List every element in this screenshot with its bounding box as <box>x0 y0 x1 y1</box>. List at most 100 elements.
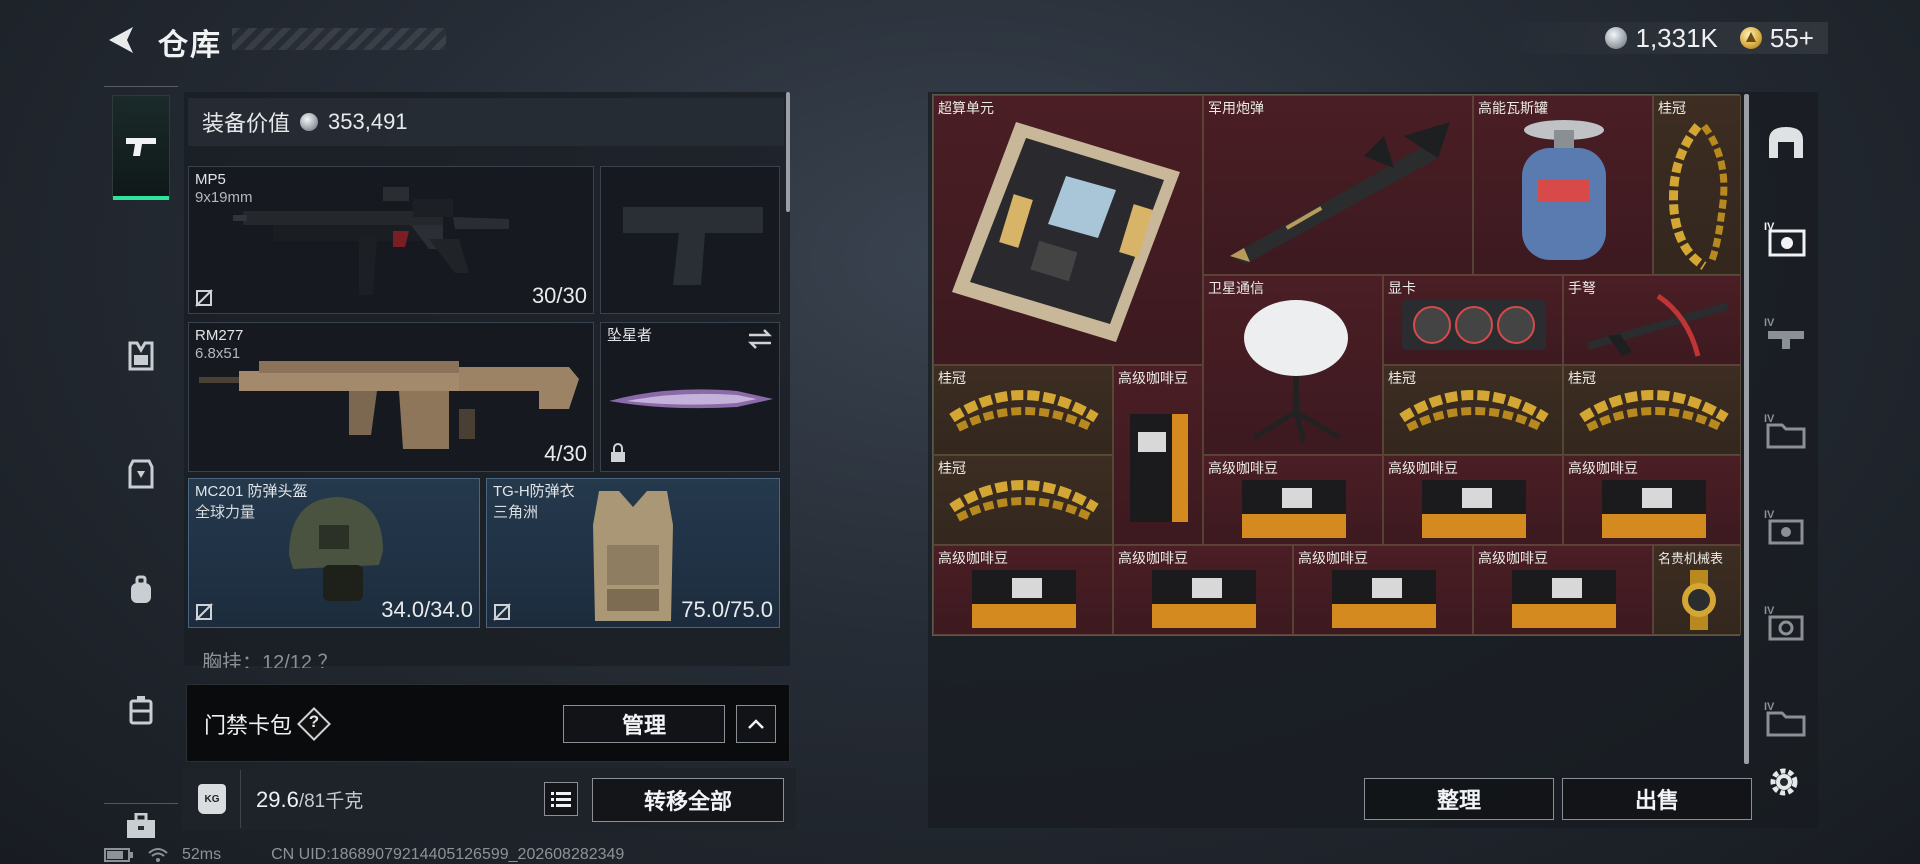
user-id: CN UID:18689079214405126599_202608282349 <box>271 846 625 863</box>
filter-all[interactable] <box>1760 116 1812 168</box>
filter-tier4-box[interactable]: IV <box>1760 692 1812 744</box>
coffee-beans-box-image <box>1602 480 1706 538</box>
melee-name: 坠星者 <box>607 327 653 344</box>
stash-scrollbar[interactable] <box>1744 94 1749 764</box>
stash-item[interactable]: 名贵机械表 <box>1653 545 1741 635</box>
melee-slot[interactable]: 坠星者 <box>600 322 780 472</box>
collapse-button[interactable] <box>736 705 776 743</box>
no-insure-icon <box>493 603 511 621</box>
stash-item[interactable]: 军用炮弹 <box>1203 95 1473 275</box>
item-label: 军用炮弹 <box>1208 100 1264 116</box>
filter-tier4-vest[interactable]: IV <box>1760 500 1812 552</box>
helmet-image <box>289 497 383 601</box>
stash-item[interactable]: 超算单元 <box>933 95 1203 365</box>
item-label: 桂冠 <box>1658 100 1686 116</box>
tier-iv-case-icon: IV <box>1764 221 1806 257</box>
silver-amount: 1,331K <box>1635 22 1718 53</box>
stash-item[interactable]: 高级咖啡豆 <box>1473 545 1653 635</box>
stash-item[interactable]: 高能瓦斯罐 <box>1473 95 1653 275</box>
nav-armor[interactable] <box>112 445 170 503</box>
laurel-crown-image <box>1579 390 1729 432</box>
coffee-beans-box-image <box>1332 570 1436 628</box>
stash-item[interactable]: 桂冠 <box>933 455 1113 545</box>
back-arrow-icon <box>109 27 133 53</box>
filter-tier4-tool[interactable]: IV <box>1760 596 1812 648</box>
coffee-beans-box-image <box>1422 480 1526 538</box>
stash-item[interactable]: 手弩 <box>1563 275 1741 365</box>
transfer-all-button[interactable]: 转移全部 <box>592 778 784 822</box>
stash-item[interactable]: 桂冠 <box>933 365 1113 455</box>
item-label: 名贵机械表 <box>1658 551 1724 566</box>
lock-icon <box>611 443 625 462</box>
helmet-maker: 全球力量 <box>195 504 256 521</box>
title-decoration <box>232 28 446 50</box>
armor-name: TG-H防弹衣 <box>493 483 575 500</box>
svg-text:IV: IV <box>1764 605 1775 617</box>
filter-tier4-case[interactable]: IV <box>1760 212 1812 264</box>
laurel-crown-image <box>949 390 1099 432</box>
nav-backpack[interactable] <box>112 561 170 619</box>
stash-filter-strip: IV IV IV IV IV IV <box>1754 94 1816 737</box>
coffee-beans-box-image <box>1152 570 1256 628</box>
list-view-button[interactable] <box>544 782 578 816</box>
stash-item[interactable]: 高级咖啡豆 <box>1563 455 1741 545</box>
stash-item[interactable]: 卫星通信 <box>1203 275 1383 455</box>
stash-item[interactable]: 高级咖啡豆 <box>1293 545 1473 635</box>
arch-icon <box>1769 127 1803 158</box>
nav-case[interactable] <box>112 681 170 739</box>
stash-item[interactable]: 桂冠 <box>1653 95 1741 275</box>
equipment-scrollbar[interactable] <box>786 92 790 212</box>
supercomputer-unit-image <box>952 122 1180 342</box>
filter-tier4-folder[interactable]: IV <box>1760 404 1812 456</box>
stash-item[interactable]: 高级咖啡豆 <box>933 545 1113 635</box>
primary-weapon-slot[interactable]: MP5 9x19mm 30/30 <box>188 166 594 314</box>
knife-image <box>609 389 773 409</box>
sell-button[interactable]: 出售 <box>1562 778 1752 820</box>
swap-icon[interactable] <box>747 329 773 349</box>
stash-item[interactable]: 桂冠 <box>1383 365 1563 455</box>
item-label: 超算单元 <box>938 100 994 116</box>
help-icon-glyph: ? <box>308 712 320 731</box>
manage-button[interactable]: 管理 <box>563 705 725 743</box>
secondary-weapon-slot[interactable]: RM277 6.8x51 4/30 <box>188 322 594 472</box>
item-label: 高级咖啡豆 <box>1118 370 1188 386</box>
tier-iv-tool-icon: IV <box>1764 605 1804 641</box>
equipment-value-label: 装备价值 <box>202 111 291 136</box>
nav-weapons[interactable] <box>112 95 170 200</box>
nav-chest-rig[interactable] <box>112 327 170 385</box>
item-label: 卫星通信 <box>1208 280 1264 296</box>
coffee-beans-box-image <box>1242 480 1346 538</box>
stash-item[interactable]: 高级咖啡豆 <box>1113 545 1293 635</box>
equipment-value: 353,491 <box>328 109 408 134</box>
settings-button[interactable] <box>1764 762 1804 802</box>
tier-iv-folder-icon: IV <box>1764 413 1806 449</box>
stash-item[interactable]: 显卡 <box>1383 275 1563 365</box>
chest-rig-icon <box>128 341 154 371</box>
svg-text:IV: IV <box>1764 413 1775 425</box>
tier-iv-gun-icon: IV <box>1764 317 1804 349</box>
pistol-icon <box>126 138 156 156</box>
latency: 52ms <box>182 846 222 863</box>
weight-max: /81千克 <box>298 791 364 812</box>
weapon-ammo-count: 30/30 <box>531 283 587 308</box>
stash-item[interactable]: 桂冠 <box>1563 365 1741 455</box>
pistol-slot[interactable] <box>600 166 780 314</box>
stash-grid: 超算单元 军用炮弹 高能瓦斯罐 桂冠 卫星通信 显卡 手弩 桂冠 高级咖啡豆 桂… <box>932 94 1741 636</box>
toolbox-icon <box>127 813 155 838</box>
filter-tier4-gun[interactable]: IV <box>1760 308 1812 360</box>
silver-currency[interactable]: 1,331K <box>1605 22 1718 54</box>
chest-rig-row[interactable]: 胸挂：12/12 ？ <box>188 646 780 668</box>
stash-item[interactable]: 高级咖啡豆 <box>1203 455 1383 545</box>
weight-readout: 29.6/81千克 <box>256 786 363 813</box>
battery-icon <box>104 848 133 862</box>
tidy-button[interactable]: 整理 <box>1364 778 1554 820</box>
equipment-value-header: 装备价值 353,491 <box>188 98 784 146</box>
back-button[interactable] <box>100 20 140 60</box>
helmet-durability: 34.0/34.0 <box>381 597 473 622</box>
stash-item[interactable]: 高级咖啡豆 <box>1113 365 1203 545</box>
laurel-crown-image <box>1399 390 1549 432</box>
gold-currency[interactable]: 55+ <box>1739 23 1814 54</box>
helmet-slot[interactable]: MC201 防弹头盔 全球力量 34.0/34.0 <box>188 478 480 628</box>
stash-item[interactable]: 高级咖啡豆 <box>1383 455 1563 545</box>
armor-slot[interactable]: TG-H防弹衣 三角洲 75.0/75.0 <box>486 478 780 628</box>
